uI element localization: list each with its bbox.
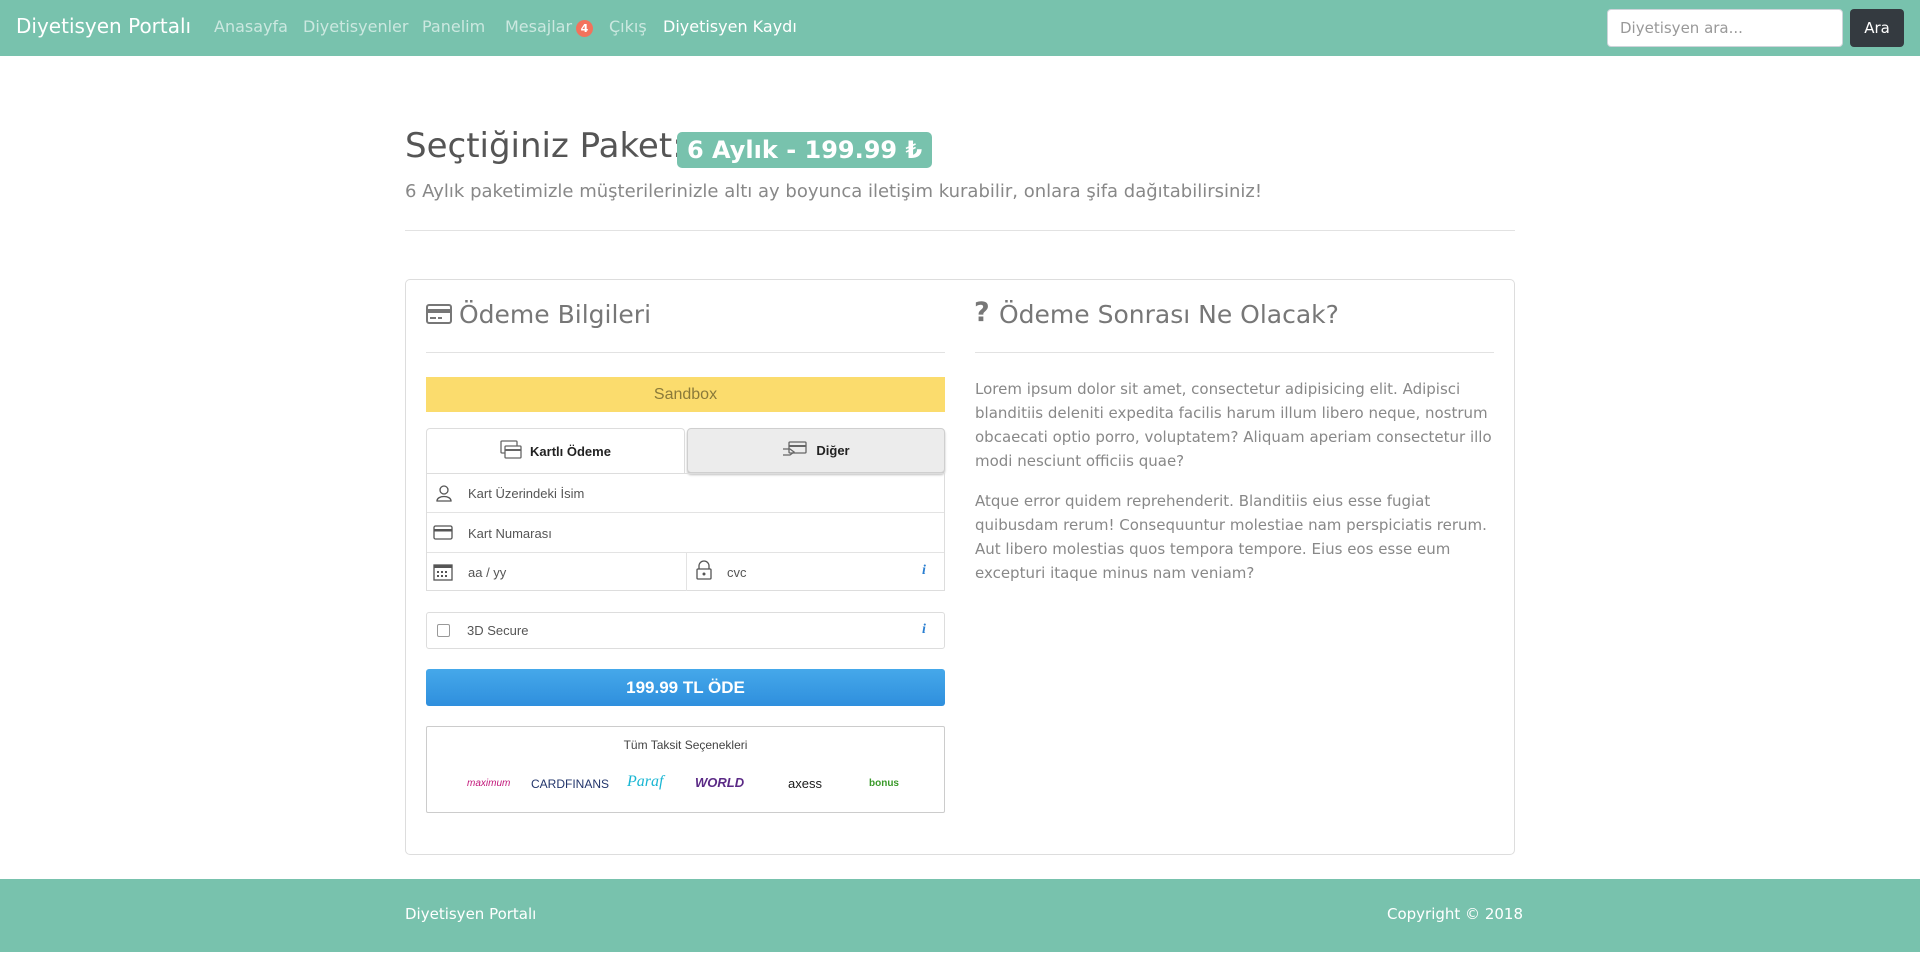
brand-link[interactable]: Diyetisyen Portalı	[16, 14, 191, 38]
divider	[427, 512, 944, 513]
search-button[interactable]: Ara	[1850, 9, 1904, 47]
divider	[686, 552, 687, 591]
bank-logo-cardfinans[interactable]: CARDFINANS	[531, 777, 609, 791]
after-payment-paragraph: Atque error quidem reprehenderit. Blandi…	[975, 492, 1487, 582]
secure-3d-checkbox[interactable]	[437, 624, 450, 637]
credit-card-icon	[426, 303, 452, 329]
payment-info-title: Ödeme Bilgileri	[459, 300, 652, 329]
pay-button[interactable]: 199.99 TL ÖDE	[426, 669, 945, 706]
card-holder-input[interactable]: Kart Üzerindeki İsim	[468, 486, 584, 501]
card-number-input[interactable]: Kart Numarası	[468, 526, 552, 541]
expiry-input[interactable]: aa / yy	[468, 565, 506, 580]
bank-logo-bonus[interactable]: bonus	[869, 778, 899, 789]
credit-card-icon	[433, 525, 453, 544]
nav-link-panelim[interactable]: Panelim	[422, 17, 485, 36]
top-navbar: Diyetisyen Portalı Anasayfa Diyetisyenle…	[0, 0, 1920, 56]
tab-label: Kartlı Ödeme	[530, 443, 611, 459]
divider	[975, 352, 1494, 353]
nav-link-anasayfa[interactable]: Anasayfa	[214, 17, 288, 36]
cards-icon	[500, 439, 522, 463]
installments-title: Tüm Taksit Seçenekleri	[623, 738, 748, 752]
secure-3d-option: 3D Secure i	[426, 612, 945, 649]
tab-other-payment[interactable]: Diğer	[687, 428, 945, 473]
footer-brand: Diyetisyen Portalı	[405, 905, 537, 923]
lock-icon	[695, 560, 713, 584]
after-payment-title: Ödeme Sonrası Ne Olacak?	[999, 300, 1339, 329]
after-payment-paragraph: Lorem ipsum dolor sit amet, consectetur …	[975, 380, 1492, 470]
footer: Diyetisyen Portalı Copyright © 2018	[0, 879, 1920, 952]
nav-link-mesajlar[interactable]: Mesajlar	[505, 17, 572, 36]
package-description: 6 Aylık paketimizle müşterilerinizle alt…	[405, 181, 1263, 202]
page-title: Seçtiğiniz Paket:	[405, 126, 684, 166]
bank-logo-paraf[interactable]: Paraf	[627, 773, 663, 791]
cvc-input[interactable]: cvc	[727, 565, 747, 580]
nav-link-diyetisyenler[interactable]: Diyetisyenler	[303, 17, 408, 36]
tab-label: Diğer	[816, 443, 850, 458]
sandbox-banner: Sandbox	[426, 377, 945, 412]
hand-card-icon	[782, 440, 808, 461]
secure-3d-label: 3D Secure	[467, 623, 529, 638]
installments-box: Tüm Taksit Seçenekleri maximum CARDFINAN…	[426, 726, 945, 813]
tab-card-payment[interactable]: Kartlı Ödeme	[426, 428, 685, 473]
card-form: Kart Üzerindeki İsim Kart Numarası aa / …	[426, 473, 945, 591]
divider	[426, 352, 945, 353]
messages-count-badge: 4	[576, 20, 593, 37]
secure-info-icon[interactable]: i	[922, 622, 926, 638]
search-input[interactable]	[1607, 9, 1843, 47]
cvc-info-icon[interactable]: i	[922, 563, 926, 579]
nav-link-diyetisyen-kaydi[interactable]: Diyetisyen Kaydı	[663, 17, 797, 36]
divider	[405, 230, 1515, 231]
bank-logo-world[interactable]: WORLD	[695, 775, 744, 790]
calendar-icon	[433, 563, 453, 585]
footer-copyright: Copyright © 2018	[1387, 905, 1524, 923]
user-icon	[435, 484, 453, 506]
bank-logo-axess[interactable]: axess	[788, 776, 822, 791]
package-badge: 6 Aylık - 199.99 ₺	[677, 132, 933, 168]
question-icon: ?	[974, 297, 990, 328]
bank-logo-maximum[interactable]: maximum	[467, 778, 510, 789]
nav-link-cikis[interactable]: Çıkış	[609, 17, 647, 36]
